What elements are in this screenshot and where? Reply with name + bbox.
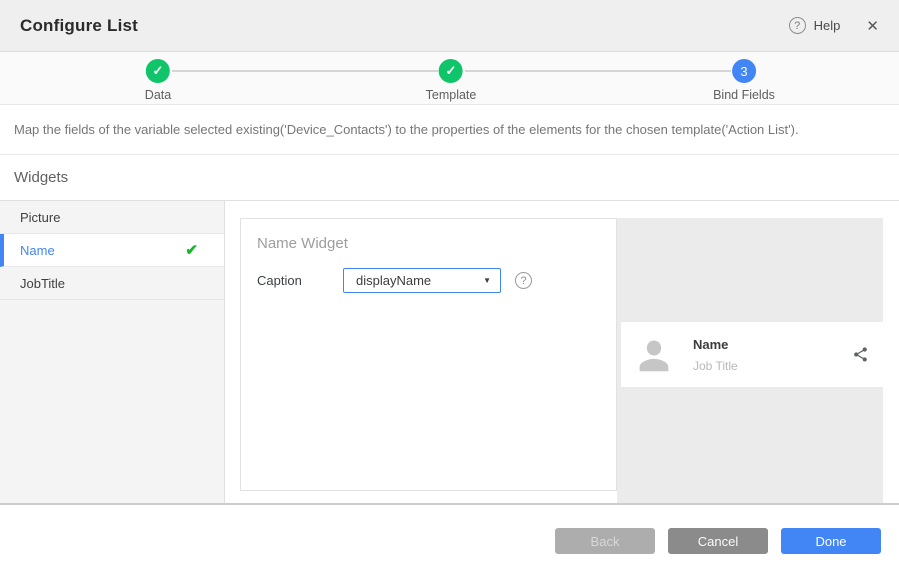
configure-list-dialog: Configure List ? Help ✕ ✓ Data ✓ Templat… <box>0 0 899 575</box>
sidebar-item-picture[interactable]: Picture <box>0 201 224 234</box>
check-icon: ✓ <box>446 63 457 79</box>
sidebar-item-label: Picture <box>20 210 60 225</box>
done-button[interactable]: Done <box>781 528 881 554</box>
step-template-label: Template <box>426 88 477 102</box>
dialog-titlebar: Configure List ? Help ✕ <box>0 0 899 52</box>
field-help-icon[interactable]: ? <box>515 272 532 289</box>
wizard-stepper: ✓ Data ✓ Template 3 Bind Fields <box>0 52 899 105</box>
preview-contact-card: Name Job Title <box>621 322 883 387</box>
help-icon[interactable]: ? <box>789 17 806 34</box>
help-icon-glyph: ? <box>794 20 800 32</box>
sidebar-item-label: JobTitle <box>20 276 65 291</box>
caption-field-row: Caption displayName ▼ ? <box>257 268 532 293</box>
mapping-description: Map the fields of the variable selected … <box>0 105 899 155</box>
back-button[interactable]: Back <box>555 528 655 554</box>
bind-fields-body: Picture Name ✔ JobTitle Name Widget Capt… <box>0 201 899 505</box>
caption-select-value: displayName <box>356 273 431 288</box>
preview-card-text: Name Job Title <box>693 337 852 373</box>
step-number-badge: 3 <box>732 59 756 83</box>
stepper-connector-1 <box>172 70 438 72</box>
sidebar-item-label: Name <box>20 243 55 258</box>
person-avatar-icon <box>633 332 675 378</box>
dialog-title: Configure List <box>20 16 138 36</box>
check-icon: ✓ <box>153 63 164 79</box>
step-bind-fields[interactable]: 3 Bind Fields <box>713 59 775 102</box>
preview-name: Name <box>693 337 852 352</box>
caption-label: Caption <box>257 273 343 288</box>
close-icon[interactable]: ✕ <box>866 17 879 35</box>
step-data[interactable]: ✓ Data <box>145 59 171 102</box>
titlebar-actions: ? Help ✕ <box>789 17 879 35</box>
step-number: 3 <box>740 64 747 79</box>
step-data-label: Data <box>145 88 171 102</box>
widgets-section-title: Widgets <box>0 155 899 201</box>
stepper-connector-2 <box>465 70 731 72</box>
step-complete-icon: ✓ <box>439 59 463 83</box>
step-template[interactable]: ✓ Template <box>426 59 477 102</box>
template-preview: Name Job Title <box>617 218 883 503</box>
dialog-footer: Back Cancel Done <box>0 505 899 575</box>
help-link[interactable]: Help <box>814 18 841 33</box>
configured-check-icon: ✔ <box>185 241 198 259</box>
share-icon <box>852 346 869 363</box>
dropdown-arrow-icon: ▼ <box>483 276 491 285</box>
step-bind-fields-label: Bind Fields <box>713 88 775 102</box>
sidebar-item-jobtitle[interactable]: JobTitle <box>0 267 224 300</box>
help-icon-glyph: ? <box>520 275 526 287</box>
preview-job-title: Job Title <box>693 359 852 373</box>
form-title: Name Widget <box>257 235 348 252</box>
widgets-sidebar: Picture Name ✔ JobTitle <box>0 201 225 503</box>
name-widget-form: Name Widget Caption displayName ▼ ? <box>240 218 617 491</box>
sidebar-item-name[interactable]: Name ✔ <box>0 234 224 267</box>
caption-select[interactable]: displayName ▼ <box>343 268 501 293</box>
cancel-button[interactable]: Cancel <box>668 528 768 554</box>
step-complete-icon: ✓ <box>146 59 170 83</box>
